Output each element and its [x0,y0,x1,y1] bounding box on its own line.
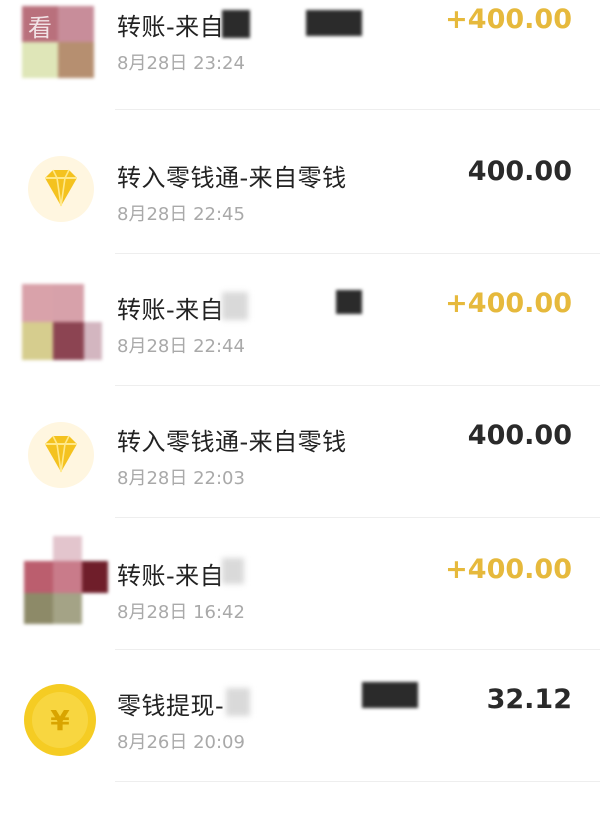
transaction-date: 8月28日 22:03 [117,468,245,489]
redaction-block [336,290,362,314]
transaction-title: 转入零钱通-来自零钱 [117,428,347,456]
transaction-row[interactable]: 转入零钱通-来自零钱 8月28日 22:45 400.00 [0,122,600,254]
transaction-date: 8月28日 16:42 [117,602,245,623]
avatar [24,536,108,624]
transaction-row[interactable]: 转账-来自 8月28日 22:44 +400.00 [0,254,600,386]
divider [115,109,600,110]
transaction-row[interactable]: ¥ 零钱提现- 8月26日 20:09 32.12 [0,650,600,782]
redaction-block [226,688,250,716]
transaction-amount: 400.00 [467,156,572,187]
redaction-block [222,558,244,584]
diamond-icon [45,169,77,207]
transaction-date: 8月28日 22:44 [117,336,245,357]
divider [115,781,600,782]
transaction-amount: +400.00 [445,554,572,585]
transaction-title: 转入零钱通-来自零钱 [117,164,347,192]
transaction-amount: +400.00 [445,4,572,35]
transaction-title: 转账-来自 [117,13,225,41]
yuan-coin-icon: ¥ [24,684,96,756]
transaction-title: 零钱提现- [117,692,225,720]
transaction-amount: 32.12 [486,684,572,715]
transaction-title: 转账-来自 [117,296,225,324]
transaction-row[interactable]: 转入零钱通-来自零钱 8月28日 22:03 400.00 [0,386,600,518]
redaction-block [362,682,418,708]
transaction-date: 8月26日 20:09 [117,732,245,753]
transaction-row[interactable]: 看 转账-来自 8月28日 23:24 +400.00 [0,0,600,110]
redaction-block [222,292,248,320]
transaction-title: 转账-来自 [117,562,225,590]
diamond-icon [45,435,77,473]
yuan-symbol: ¥ [32,692,88,748]
diamond-badge [28,422,94,488]
transaction-date: 8月28日 23:24 [117,53,245,74]
transaction-list: 看 转账-来自 8月28日 23:24 +400.00 转入零钱通-来自零钱 8… [0,0,600,815]
transaction-row[interactable]: 转账-来自 8月28日 16:42 +400.00 [0,518,600,650]
diamond-badge [28,156,94,222]
watermark-text: 看 [28,14,52,42]
transaction-date: 8月28日 22:45 [117,204,245,225]
redaction-block [222,10,250,38]
transaction-amount: 400.00 [467,420,572,451]
transaction-amount: +400.00 [445,288,572,319]
redaction-block [306,10,362,36]
avatar [22,284,102,360]
